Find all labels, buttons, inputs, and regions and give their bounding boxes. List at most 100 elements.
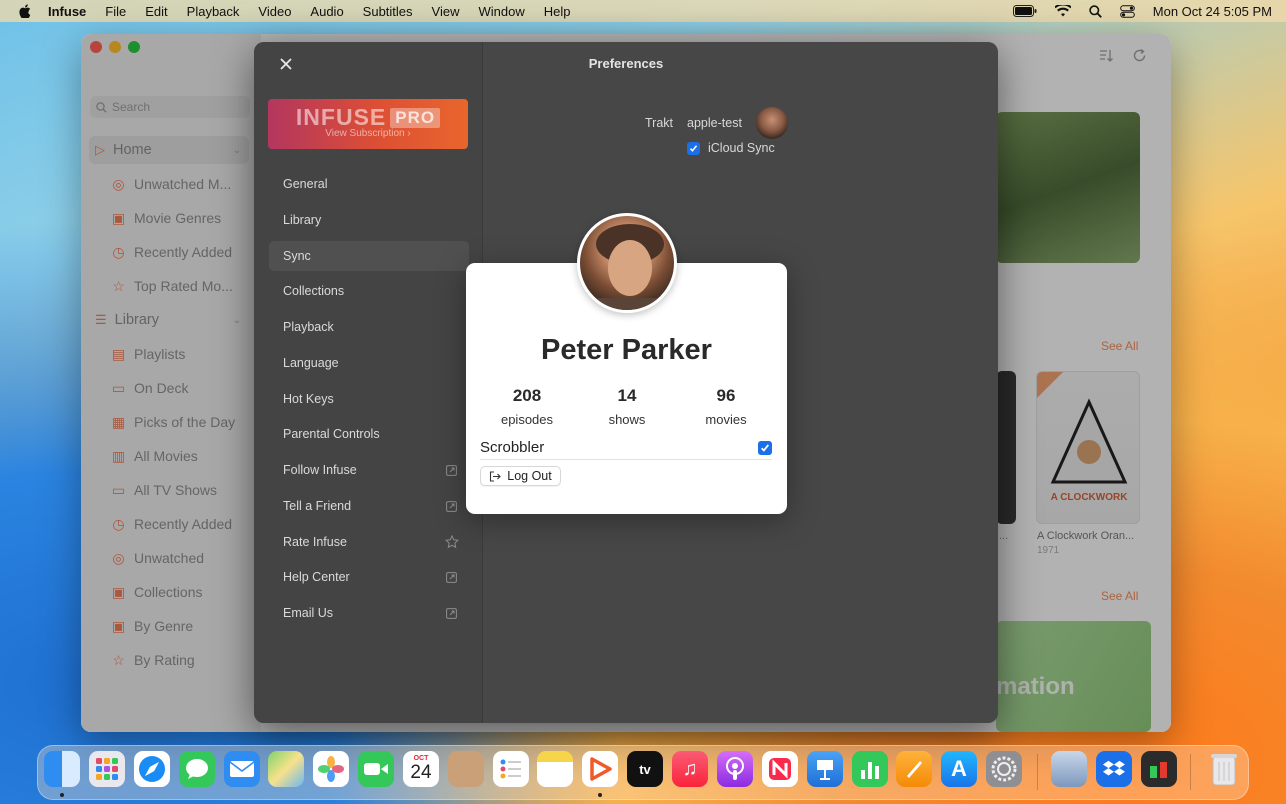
pref-general[interactable]: General bbox=[269, 169, 469, 199]
photos-flower-glyph bbox=[318, 756, 344, 782]
menu-view[interactable]: View bbox=[432, 4, 460, 19]
dock-system-settings-icon[interactable] bbox=[986, 751, 1022, 787]
pref-parental-controls[interactable]: Parental Controls bbox=[269, 419, 469, 449]
dock-safari-icon[interactable] bbox=[134, 751, 170, 787]
menu-file[interactable]: File bbox=[105, 4, 126, 19]
pref-item-label: Parental Controls bbox=[283, 427, 380, 441]
menu-edit[interactable]: Edit bbox=[145, 4, 167, 19]
pref-library[interactable]: Library bbox=[269, 205, 469, 235]
activity-glyph bbox=[1150, 762, 1167, 778]
menu-app-name[interactable]: Infuse bbox=[48, 4, 86, 19]
speech-bubble-glyph bbox=[186, 759, 208, 779]
menu-audio[interactable]: Audio bbox=[310, 4, 343, 19]
pref-item-label: Hot Keys bbox=[283, 392, 334, 406]
stat-label: movies bbox=[705, 412, 747, 427]
pref-item-label: General bbox=[283, 177, 328, 191]
dock-contacts-icon[interactable] bbox=[448, 751, 484, 787]
stat-label: episodes bbox=[500, 412, 554, 427]
menu-help[interactable]: Help bbox=[544, 4, 571, 19]
pref-item-label: Collections bbox=[283, 284, 345, 298]
pref-language[interactable]: Language bbox=[269, 348, 469, 378]
pref-item-label: Rate Infuse bbox=[283, 535, 347, 549]
menu-window[interactable]: Window bbox=[479, 4, 525, 19]
search-icon[interactable] bbox=[1089, 4, 1102, 18]
dock-notes-icon[interactable] bbox=[537, 751, 573, 787]
dock-keynote-icon[interactable] bbox=[807, 751, 843, 787]
launchpad-grid bbox=[96, 758, 118, 780]
log-out-icon bbox=[490, 470, 502, 482]
control-center-icon[interactable] bbox=[1119, 4, 1135, 18]
dock-trash-icon[interactable] bbox=[1206, 751, 1242, 787]
star-icon bbox=[445, 535, 459, 549]
pref-item-label: Help Center bbox=[283, 570, 350, 584]
trakt-label: Trakt bbox=[645, 116, 674, 130]
menu-bar: Infuse File Edit Playback Video Audio Su… bbox=[0, 0, 1286, 22]
dock-app-store-icon[interactable]: A bbox=[941, 751, 977, 787]
scrobbler-checkbox[interactable] bbox=[758, 440, 772, 455]
pref-item-label: Sync bbox=[283, 249, 311, 263]
menu-playback[interactable]: Playback bbox=[187, 4, 240, 19]
checkmark-icon bbox=[689, 144, 698, 152]
news-glyph bbox=[769, 758, 791, 780]
external-link-icon bbox=[446, 607, 457, 619]
pref-follow-infuse[interactable]: Follow Infuse bbox=[269, 455, 469, 485]
pref-rate-infuse[interactable]: Rate Infuse bbox=[269, 527, 469, 557]
icloud-sync-row[interactable]: iCloud Sync bbox=[687, 141, 775, 155]
dock-preview-icon[interactable] bbox=[1051, 751, 1087, 787]
dock-pages-icon[interactable] bbox=[896, 751, 932, 787]
pen-glyph bbox=[907, 761, 922, 778]
external-link-icon bbox=[446, 571, 457, 583]
dock-maps-icon[interactable] bbox=[268, 751, 304, 787]
dock-calendar-icon[interactable]: OCT 24 bbox=[403, 751, 439, 787]
dock-news-icon[interactable] bbox=[762, 751, 798, 787]
dock-messages-icon[interactable] bbox=[179, 751, 215, 787]
icloud-sync-label: iCloud Sync bbox=[708, 141, 775, 155]
promo-logo-text: INFUSE bbox=[295, 104, 387, 130]
dock-podcasts-icon[interactable] bbox=[717, 751, 753, 787]
apple-icon[interactable] bbox=[18, 4, 32, 18]
dock-facetime-icon[interactable] bbox=[358, 751, 394, 787]
dock-mail-icon[interactable] bbox=[224, 751, 260, 787]
trakt-avatar[interactable] bbox=[755, 107, 788, 139]
pref-item-label: Playback bbox=[283, 320, 334, 334]
dock-dropbox-icon[interactable] bbox=[1096, 751, 1132, 787]
log-out-button[interactable]: Log Out bbox=[480, 466, 561, 486]
stat-value: 208 bbox=[512, 386, 542, 405]
battery-icon[interactable] bbox=[1012, 5, 1037, 17]
pro-badge: PRO bbox=[390, 108, 441, 128]
pref-collections[interactable]: Collections bbox=[269, 276, 469, 306]
stat-value: 96 bbox=[716, 386, 736, 405]
close-icon[interactable] bbox=[278, 56, 294, 72]
pref-sync[interactable]: Sync bbox=[269, 241, 469, 271]
pref-help-center[interactable]: Help Center bbox=[269, 562, 469, 592]
profile-avatar bbox=[577, 213, 677, 313]
icloud-sync-checkbox[interactable] bbox=[687, 141, 700, 155]
compass-glyph bbox=[139, 756, 165, 782]
menu-video[interactable]: Video bbox=[258, 4, 291, 19]
stat-episodes: 208 episodes bbox=[477, 386, 577, 427]
pref-hot-keys[interactable]: Hot Keys bbox=[269, 384, 469, 414]
dock-finder-icon[interactable] bbox=[44, 751, 80, 787]
external-link-icon bbox=[446, 500, 457, 512]
menu-clock[interactable]: Mon Oct 24 5:05 PM bbox=[1153, 4, 1272, 19]
scrobbler-row[interactable]: Scrobbler bbox=[480, 436, 772, 460]
dock-activity-monitor-icon[interactable] bbox=[1141, 751, 1177, 787]
dock-tv-icon[interactable]: tv bbox=[627, 751, 663, 787]
pref-tell-a-friend[interactable]: Tell a Friend bbox=[269, 491, 469, 521]
infuse-pro-banner[interactable]: INFUSE PRO View Subscription › bbox=[268, 99, 468, 149]
dock-photos-icon[interactable] bbox=[313, 751, 349, 787]
trakt-username[interactable]: apple-test bbox=[687, 116, 742, 130]
pref-playback[interactable]: Playback bbox=[269, 312, 469, 342]
dock-infuse-icon[interactable] bbox=[582, 751, 618, 787]
pref-email-us[interactable]: Email Us bbox=[269, 598, 469, 628]
wifi-icon[interactable] bbox=[1054, 5, 1071, 17]
menu-subtitles[interactable]: Subtitles bbox=[363, 4, 413, 19]
dock-launchpad-icon[interactable] bbox=[89, 751, 125, 787]
dock-music-icon[interactable]: ♫ bbox=[672, 751, 708, 787]
pref-item-label: Library bbox=[283, 213, 322, 227]
pref-item-label: Follow Infuse bbox=[283, 463, 357, 477]
list-glyph bbox=[500, 759, 521, 779]
stat-label: shows bbox=[608, 412, 646, 427]
dock-numbers-icon[interactable] bbox=[852, 751, 888, 787]
dock-reminders-icon[interactable] bbox=[493, 751, 529, 787]
